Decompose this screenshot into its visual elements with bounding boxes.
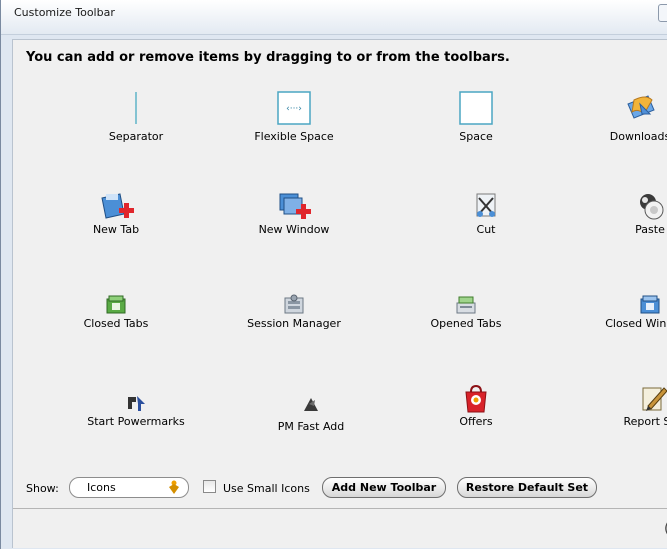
palette-item-paste[interactable]: Paste — [560, 190, 667, 236]
opened-tabs-icon — [456, 296, 476, 314]
show-label: Show: — [26, 482, 59, 495]
item-label: Start Powermarks — [87, 415, 185, 428]
add-new-toolbar-button[interactable]: Add New Toolbar — [322, 477, 446, 498]
item-label: Session Manager — [247, 317, 341, 330]
palette-item-space[interactable]: Space — [386, 90, 566, 143]
item-label: Opened Tabs — [430, 317, 502, 330]
close-button[interactable] — [658, 4, 667, 22]
closed-windows-icon — [640, 295, 660, 314]
palette-item-session-manager[interactable]: Session Manager — [204, 294, 384, 330]
svg-text:‹···›: ‹···› — [286, 104, 302, 114]
item-label: PM Fast Add — [277, 420, 345, 433]
palette-item-new-window[interactable]: New Window — [204, 190, 384, 236]
start-powermarks-icon — [128, 396, 145, 411]
use-small-icons-checkbox[interactable] — [203, 480, 216, 493]
chevron-down-icon — [169, 480, 179, 494]
item-label: New Tab — [92, 223, 140, 236]
offers-icon — [465, 384, 487, 413]
customize-panel: You can add or remove items by dragging … — [12, 39, 667, 548]
customize-toolbar-window: Customize Toolbar You can add or remove … — [0, 0, 667, 549]
item-label: Cut — [476, 223, 496, 236]
item-label: New Window — [258, 223, 330, 236]
palette-item-start-powermarks[interactable]: Start Powermarks — [46, 394, 226, 428]
window-title: Customize Toolbar — [14, 6, 115, 19]
use-small-icons-label: Use Small Icons — [223, 482, 310, 495]
item-label: Closed Windows — [605, 317, 667, 330]
palette-item-pm-fast-add[interactable]: PM Fast Add — [221, 394, 401, 433]
item-label: Space — [459, 130, 493, 143]
item-label: Separator — [108, 130, 164, 143]
palette-item-downloads[interactable]: Downloads — [550, 90, 667, 143]
item-label: Report Site — [623, 415, 667, 428]
separator-icon — [135, 92, 137, 124]
space-icon — [459, 91, 493, 125]
palette-item-cut[interactable]: Cut — [396, 190, 576, 236]
session-manager-icon — [284, 294, 304, 314]
paste-icon — [640, 194, 664, 220]
new-tab-icon — [101, 193, 134, 219]
pm-fast-add-icon — [304, 398, 318, 411]
divider — [13, 508, 667, 509]
new-window-icon — [279, 193, 311, 219]
item-label: Downloads — [609, 130, 667, 143]
restore-default-set-button[interactable]: Restore Default Set — [457, 477, 597, 498]
cut-icon — [476, 193, 496, 217]
show-select-value: Icons — [87, 481, 116, 494]
instructions-heading: You can add or remove items by dragging … — [26, 50, 510, 65]
item-label: Closed Tabs — [83, 317, 149, 330]
closed-tabs-icon — [106, 295, 126, 314]
report-site-icon — [642, 387, 667, 411]
downloads-icon — [627, 95, 655, 119]
show-select[interactable]: Icons — [69, 477, 189, 498]
palette-item-closed-windows[interactable]: Closed Windows — [560, 294, 667, 330]
palette-item-offers[interactable]: Offers — [386, 384, 566, 428]
palette-item-new-tab[interactable]: New Tab — [26, 190, 206, 236]
palette-item-report-site[interactable]: Report Site — [564, 382, 667, 428]
palette-item-closed-tabs[interactable]: Closed Tabs — [26, 294, 206, 330]
palette-item-flexible-space[interactable]: ‹···› Flexible Space — [204, 90, 384, 143]
toolbar-options-row: Show: Icons Use Small Icons Add New Tool… — [13, 474, 667, 504]
flexible-space-icon: ‹···› — [277, 91, 311, 125]
item-label: Offers — [459, 415, 493, 428]
palette-item-separator[interactable]: Separator — [46, 90, 226, 143]
title-bar[interactable]: Customize Toolbar — [1, 0, 667, 35]
item-label: Flexible Space — [254, 130, 334, 143]
palette-item-opened-tabs[interactable]: Opened Tabs — [376, 294, 556, 330]
item-label: Paste — [635, 223, 665, 236]
